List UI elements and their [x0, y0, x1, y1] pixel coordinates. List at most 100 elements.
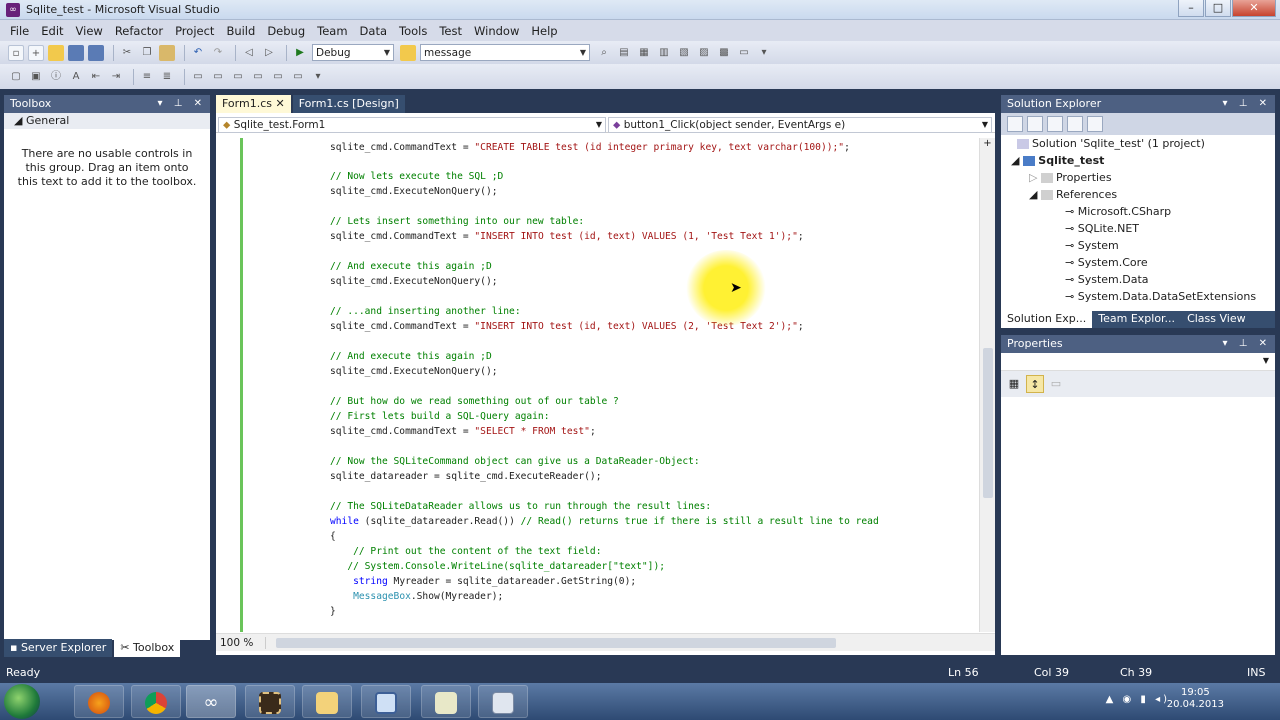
- bookmark-toggle-icon[interactable]: ▭: [190, 69, 206, 85]
- bookmark-next-folder-icon[interactable]: ▭: [270, 69, 286, 85]
- code-line[interactable]: }: [330, 606, 336, 618]
- save-all-icon[interactable]: [88, 44, 104, 61]
- save-icon[interactable]: [68, 44, 84, 61]
- tree-item-reference[interactable]: ⊸ System.Data.DataSetExtensions: [1065, 290, 1256, 303]
- refresh-icon[interactable]: [1047, 116, 1063, 132]
- code-line[interactable]: // But how do we read something out of o…: [330, 396, 619, 408]
- solution-explorer-window-controls[interactable]: ▾ ⊥ ✕: [1223, 95, 1271, 113]
- menu-team[interactable]: Team: [311, 24, 353, 38]
- member-dropdown[interactable]: ⬥ button1_Click(object sender, EventArgs…: [608, 116, 992, 133]
- redo-icon[interactable]: ↷: [210, 45, 226, 61]
- extension-manager-icon[interactable]: ▩: [716, 45, 732, 61]
- tree-item-reference[interactable]: ⊸ Microsoft.CSharp: [1065, 205, 1171, 218]
- code-line[interactable]: // Print out the content of the text fie…: [330, 546, 601, 558]
- code-line[interactable]: // The SQLiteDataReader allows us to run…: [330, 501, 711, 513]
- tree-item-reference[interactable]: ⊸ System: [1065, 239, 1119, 252]
- properties-icon[interactable]: [1007, 116, 1023, 132]
- tree-item-reference[interactable]: ⊸ System.Core: [1065, 256, 1148, 269]
- code-line[interactable]: string Myreader = sqlite_datareader.GetS…: [330, 576, 636, 588]
- code-line[interactable]: MessageBox.Show(Myreader);: [330, 591, 503, 603]
- bookmark-next-icon[interactable]: ▭: [230, 69, 246, 85]
- menu-test[interactable]: Test: [433, 24, 468, 38]
- navigate-backward-icon[interactable]: ◁: [241, 45, 257, 61]
- comment-out-icon[interactable]: ≡: [139, 69, 155, 85]
- vertical-scrollbar[interactable]: +: [979, 138, 995, 632]
- vertical-scroll-thumb[interactable]: [983, 348, 993, 498]
- windows-start-button[interactable]: [4, 684, 40, 719]
- tree-item-references[interactable]: ◢ References: [1029, 188, 1117, 201]
- code-line[interactable]: // System.Console.WriteLine(sqlite_datar…: [330, 561, 665, 573]
- menu-refactor[interactable]: Refactor: [109, 24, 169, 38]
- tree-item-solution[interactable]: Solution 'Sqlite_test' (1 project): [1017, 137, 1205, 150]
- add-item-icon[interactable]: +: [28, 44, 44, 61]
- menu-file[interactable]: File: [4, 24, 35, 38]
- toolbar-options-icon[interactable]: ▾: [310, 69, 326, 85]
- split-editor-icon[interactable]: +: [980, 138, 995, 149]
- menu-debug[interactable]: Debug: [261, 24, 311, 38]
- increase-indent-icon[interactable]: ⇥: [108, 69, 124, 85]
- class-dropdown[interactable]: ⬥ Sqlite_test.Form1 ▼: [218, 116, 606, 133]
- tab-team-explorer[interactable]: Team Explor...: [1092, 311, 1181, 328]
- undo-icon[interactable]: ↶: [190, 45, 206, 61]
- find-in-files-icon[interactable]: [400, 44, 416, 61]
- taskbar-app[interactable]: [478, 685, 528, 718]
- uncomment-icon[interactable]: ≣: [159, 69, 175, 85]
- menu-help[interactable]: Help: [525, 24, 563, 38]
- system-clock[interactable]: 19:05 20.04.2013: [1167, 687, 1224, 711]
- property-pages-icon[interactable]: ▭: [1047, 375, 1065, 393]
- code-line[interactable]: sqlite_cmd.ExecuteNonQuery();: [330, 276, 498, 288]
- new-project-icon[interactable]: ▫: [8, 44, 24, 61]
- code-line[interactable]: sqlite_cmd.CommandText = "SELECT * FROM …: [330, 426, 596, 438]
- menu-project[interactable]: Project: [169, 24, 220, 38]
- start-debugging-icon[interactable]: ▶: [292, 45, 308, 61]
- tab-server-explorer[interactable]: ▪ Server Explorer: [4, 639, 113, 657]
- copy-icon[interactable]: ❐: [139, 45, 155, 61]
- taskbar-notepad[interactable]: [421, 685, 471, 718]
- command-window-icon[interactable]: ▭: [736, 45, 752, 61]
- quick-info-icon[interactable]: ⓘ: [48, 69, 64, 85]
- code-line[interactable]: // And execute this again ;D: [330, 261, 492, 273]
- code-line[interactable]: // Now the SQLiteCommand object can give…: [330, 456, 700, 468]
- properties-object-select[interactable]: ▼: [1001, 353, 1275, 371]
- open-file-icon[interactable]: [48, 44, 64, 61]
- code-line[interactable]: // ...and inserting another line:: [330, 306, 521, 318]
- minimize-button[interactable]: –: [1178, 0, 1204, 17]
- system-tray-icons[interactable]: ▲ ◉ ▮ ◂): [1106, 694, 1170, 705]
- paste-icon[interactable]: [159, 44, 175, 61]
- alphabetical-icon[interactable]: ↕: [1026, 375, 1044, 393]
- code-line[interactable]: sqlite_cmd.CommandText = "CREATE TABLE t…: [330, 142, 850, 154]
- find-combo[interactable]: message ▼: [420, 44, 590, 61]
- code-line[interactable]: sqlite_cmd.CommandText = "INSERT INTO te…: [330, 231, 804, 243]
- toolbox-icon[interactable]: ▧: [676, 45, 692, 61]
- menu-view[interactable]: View: [70, 24, 109, 38]
- view-designer-icon[interactable]: [1087, 116, 1103, 132]
- code-line[interactable]: // Now lets execute the SQL ;D: [330, 171, 503, 183]
- menu-window[interactable]: Window: [468, 24, 525, 38]
- code-text-area[interactable]: sqlite_cmd.CommandText = "CREATE TABLE t…: [216, 138, 979, 632]
- toolbar-options-icon[interactable]: ▾: [756, 45, 772, 61]
- tab-class-view[interactable]: Class View: [1181, 311, 1252, 328]
- code-line[interactable]: {: [330, 531, 336, 543]
- taskbar-chrome[interactable]: [131, 685, 181, 718]
- code-line[interactable]: while (sqlite_datareader.Read()) // Read…: [330, 516, 879, 528]
- tree-item-reference[interactable]: ⊸ SQLite.NET: [1065, 222, 1139, 235]
- code-line[interactable]: // First lets build a SQL-Query again:: [330, 411, 550, 423]
- close-icon[interactable]: ✕: [275, 97, 284, 110]
- maximize-button[interactable]: □: [1205, 0, 1231, 17]
- categorized-icon[interactable]: ▦: [1005, 375, 1023, 393]
- tab-form1-design[interactable]: Form1.cs [Design]: [292, 95, 405, 113]
- bookmark-previous-icon[interactable]: ▭: [210, 69, 226, 85]
- view-code-icon[interactable]: [1067, 116, 1083, 132]
- navigate-forward-icon[interactable]: ▷: [261, 45, 277, 61]
- tab-toolbox[interactable]: ✂ Toolbox: [114, 639, 181, 657]
- bookmark-previous-folder-icon[interactable]: ▭: [250, 69, 266, 85]
- menu-build[interactable]: Build: [220, 24, 261, 38]
- parameter-info-icon[interactable]: ▣: [28, 69, 44, 85]
- solution-configuration-select[interactable]: Debug ▼: [312, 44, 394, 61]
- solution-explorer-icon[interactable]: ▤: [616, 45, 632, 61]
- show-all-files-icon[interactable]: [1027, 116, 1043, 132]
- tab-solution-explorer[interactable]: Solution Exp...: [1001, 311, 1093, 328]
- find-icon[interactable]: ⌕: [596, 45, 612, 61]
- zoom-level[interactable]: 100 %: [216, 636, 266, 649]
- taskbar-video-editor[interactable]: [245, 685, 295, 718]
